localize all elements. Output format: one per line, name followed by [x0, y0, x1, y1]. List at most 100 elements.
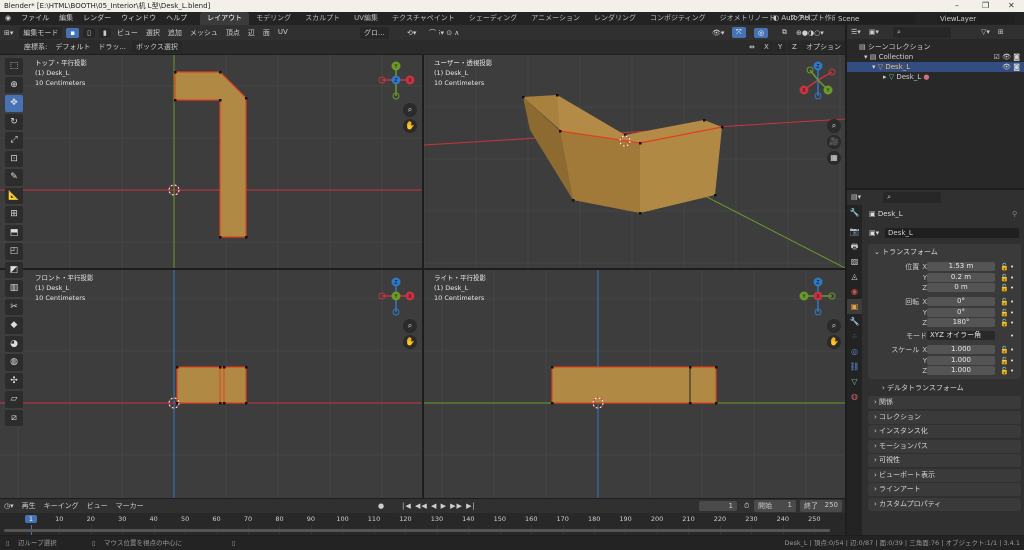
- pin-icon[interactable]: ⚲: [1012, 210, 1017, 218]
- mirror-z[interactable]: Z: [788, 42, 801, 52]
- navigation-gizmo[interactable]: YXZ: [376, 60, 416, 100]
- start-frame-field[interactable]: 開始 1: [754, 500, 796, 512]
- face-select-button[interactable]: ▮: [99, 27, 111, 38]
- lock-icon[interactable]: 🔓: [1000, 273, 1009, 283]
- scale-x-field[interactable]: 1.000: [927, 345, 995, 354]
- mirror-y[interactable]: Y: [774, 42, 787, 52]
- maximize-button[interactable]: ❐: [982, 0, 989, 12]
- panel-collapsed[interactable]: › 可視性: [868, 454, 1021, 467]
- blender-logo-icon[interactable]: ◉: [0, 12, 16, 25]
- edge-select-button[interactable]: ▯: [83, 27, 95, 38]
- panel-collapsed[interactable]: › ビューポート表示: [868, 468, 1021, 482]
- move-icon[interactable]: ✥: [5, 95, 23, 112]
- properties-tab-particles-icon[interactable]: ⁘: [847, 329, 862, 344]
- viewport-right[interactable]: Z Y X ⌕ ✋ ライト・平行投影 (1) Desk_L 10 Centimeters: [424, 270, 845, 498]
- properties-tab-physics-icon[interactable]: ◎: [847, 344, 862, 359]
- filter-view-icon[interactable]: ▣▾: [865, 28, 883, 36]
- viewport-top[interactable]: Y X Z ⌕ ✋ トップ・平行投影 (1) Desk_L 10 Centimeters: [0, 55, 422, 268]
- viewport-canvas[interactable]: [0, 270, 422, 498]
- properties-tab-output-icon[interactable]: 🖶: [847, 239, 862, 254]
- keyframe-dot-icon[interactable]: •: [1010, 356, 1014, 366]
- viewport-user-perspective[interactable]: ZXY⌕✋🎥▦ユーザー・透視投影(1) Desk_L10 Centimeters: [424, 55, 845, 268]
- lock-icon[interactable]: 🔓: [1000, 345, 1009, 355]
- navigation-gizmo[interactable]: ZY X: [798, 276, 838, 316]
- rip-icon[interactable]: ⧄: [5, 409, 23, 426]
- panel-collapsed[interactable]: › モーションパス: [868, 439, 1021, 453]
- header-menu-item[interactable]: ビュー: [113, 28, 142, 38]
- workspace-tab[interactable]: テクスチャペイント: [385, 12, 462, 25]
- cursor-icon[interactable]: ⊕: [5, 76, 23, 93]
- annotate-icon[interactable]: ✎: [5, 169, 23, 186]
- header-menu-item[interactable]: UV: [274, 28, 292, 38]
- rotation-mode-dropdown[interactable]: XYZ オイラー角: [927, 331, 995, 340]
- location-x-field[interactable]: 1.53 m: [927, 262, 995, 271]
- knife-icon[interactable]: ✂: [5, 298, 23, 315]
- inset-icon[interactable]: ◰: [5, 243, 23, 260]
- panel-collapsed[interactable]: › インスタンス化: [868, 425, 1021, 438]
- zoom-icon[interactable]: ⌕: [827, 319, 841, 333]
- display-mode-icon[interactable]: ☰▾: [847, 28, 865, 36]
- editor-type-icon[interactable]: ⊞▾: [0, 29, 17, 37]
- keyframe-dot-icon[interactable]: •: [1010, 331, 1014, 341]
- workspace-tab[interactable]: シェーディング: [462, 12, 525, 25]
- menu-item[interactable]: ファイル: [16, 12, 54, 25]
- menu-item[interactable]: レンダー: [78, 12, 116, 25]
- pan-hand-icon[interactable]: ✋: [403, 335, 417, 349]
- snap-icon[interactable]: ⌒ ⁝▾ ⊙ ∧: [425, 28, 463, 38]
- transform-icon[interactable]: ⊡: [5, 150, 23, 167]
- workspace-tab[interactable]: スカルプト: [298, 12, 347, 25]
- lock-icon[interactable]: 🔓: [1000, 262, 1009, 272]
- lock-icon[interactable]: 🔓: [1000, 318, 1009, 328]
- zoom-icon[interactable]: ⌕: [403, 103, 417, 117]
- visibility-icons[interactable]: ☑ 👁 ◙: [994, 52, 1020, 62]
- menu-item[interactable]: ヘルプ: [161, 12, 192, 25]
- rotation-x-field[interactable]: 0°: [927, 297, 995, 306]
- properties-tab-render-icon[interactable]: 📷: [847, 224, 862, 239]
- playback-controls[interactable]: |◀ ◀◀ ◀ ▶ ▶▶ ▶|: [398, 502, 480, 510]
- outliner-collection[interactable]: ▾ ▤ Collection ☑ 👁 ◙: [847, 52, 1024, 62]
- panel-collapsed[interactable]: › 関係: [868, 396, 1021, 409]
- timeline-scrollbar[interactable]: [4, 529, 830, 532]
- properties-tab-scene-icon[interactable]: ◬: [847, 269, 862, 284]
- rotate-icon[interactable]: ↻: [5, 113, 23, 130]
- loop-cut-icon[interactable]: ▥: [5, 280, 23, 297]
- viewport-front[interactable]: Z X Y ⌕ ✋ フロント・平行投影 (1) Desk_L 10 Centimeters: [0, 270, 422, 498]
- workspace-tab[interactable]: UV編集: [347, 12, 385, 25]
- workspace-tab[interactable]: レンダリング: [587, 12, 643, 25]
- outliner-scene-collection[interactable]: ▤ シーンコレクション: [847, 42, 1024, 52]
- mirror-x[interactable]: X: [760, 42, 773, 52]
- spin-icon[interactable]: ◕: [5, 335, 23, 352]
- lock-icon[interactable]: 🔓: [1000, 308, 1009, 318]
- lock-icon[interactable]: 🔓: [1000, 356, 1009, 366]
- properties-tab-material-icon[interactable]: ◍: [847, 389, 862, 404]
- timeline-menu-item[interactable]: ビュー: [83, 501, 112, 511]
- outliner-mesh-data[interactable]: ▸ ▽ Desk_L ●: [847, 72, 1024, 82]
- properties-tab-tool-icon[interactable]: 🔧: [847, 205, 862, 220]
- rotation-z-field[interactable]: 180°: [927, 318, 995, 327]
- properties-tab-constraints-icon[interactable]: ⛓: [847, 359, 862, 374]
- zoom-icon[interactable]: ⌕: [403, 319, 417, 333]
- minimize-button[interactable]: –: [955, 0, 959, 12]
- shear-icon[interactable]: ▱: [5, 391, 23, 408]
- timeline-menu-item[interactable]: キーイング: [40, 501, 83, 511]
- workspace-tab[interactable]: レイアウト: [200, 12, 250, 25]
- keyframe-dot-icon[interactable]: •: [1010, 345, 1014, 355]
- smooth-icon[interactable]: ◍: [5, 354, 23, 371]
- gizmo-toggle[interactable]: ⤧: [732, 27, 746, 38]
- end-frame-field[interactable]: 終了 250: [800, 500, 842, 512]
- shrink-fatten-icon[interactable]: ✣: [5, 372, 23, 389]
- delta-transform-panel[interactable]: › デルタトランスフォーム: [882, 383, 964, 393]
- poly-build-icon[interactable]: ◆: [5, 317, 23, 334]
- keyframe-dot-icon[interactable]: •: [1010, 262, 1014, 272]
- coord-selector[interactable]: デフォルト: [51, 42, 94, 52]
- keyframe-dot-icon[interactable]: •: [1010, 297, 1014, 307]
- scale-y-field[interactable]: 1.000: [927, 355, 995, 365]
- header-menu-item[interactable]: 頂点: [222, 28, 244, 38]
- header-menu-item[interactable]: 選択: [142, 28, 164, 38]
- scale-icon[interactable]: ⤢: [5, 132, 23, 149]
- header-menu-item[interactable]: 面: [259, 28, 274, 38]
- timeline-menu-item[interactable]: マーカー: [112, 501, 148, 511]
- editor-type-icon[interactable]: ▤▾: [847, 193, 865, 201]
- vertex-select-button[interactable]: ▪: [66, 27, 80, 38]
- view-layer-selector[interactable]: ViewLayer: [937, 13, 1015, 24]
